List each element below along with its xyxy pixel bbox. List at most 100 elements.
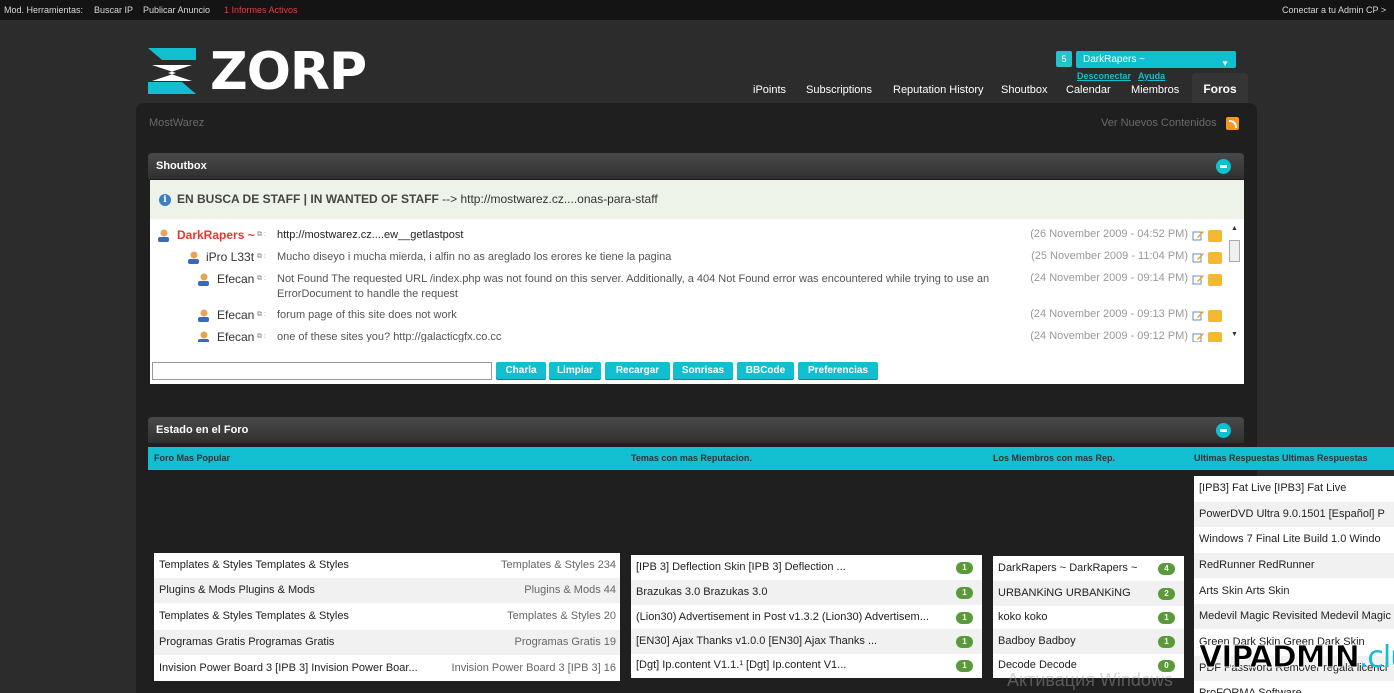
post-announcement-link[interactable]: Publicar Anuncio — [143, 0, 210, 20]
nav-members[interactable]: Miembros — [1131, 84, 1179, 96]
collapse-icon[interactable] — [1216, 159, 1231, 174]
list-item[interactable]: Plugins & Mods Plugins & Mods Plugins & M… — [154, 578, 620, 603]
reputation-badge: 2 — [1158, 588, 1175, 600]
announcement-link[interactable]: --> http://mostwarez.cz....onas-para-sta… — [439, 192, 658, 206]
external-link-icon[interactable]: ⧉ : — [257, 275, 266, 283]
shout-username[interactable]: iPro L33t — [206, 250, 254, 264]
external-link-icon[interactable]: ⧉ : — [257, 253, 266, 261]
nav-shoutbox[interactable]: Shoutbox — [1001, 84, 1047, 96]
notification-count-badge[interactable]: 5 — [1056, 51, 1072, 67]
vipadmin-watermark: VIPADMIN.club — [1199, 640, 1394, 676]
forum-stats-title: Estado en el Foro — [156, 424, 249, 436]
logout-link[interactable]: Desconectar — [1077, 71, 1131, 81]
help-link[interactable]: Ayuda — [1138, 71, 1165, 81]
list-item[interactable]: RedRunner RedRunner — [1194, 553, 1394, 578]
preferences-button[interactable]: Preferencias — [798, 362, 878, 380]
shout-text: http://mostwarez.cz....ew__getlastpost — [277, 229, 464, 241]
shout-text: Mucho diseyo i mucha mierda, i alfin no … — [277, 251, 672, 263]
shout-date: (26 November 2009 - 04:52 PM) — [1030, 228, 1188, 240]
list-item[interactable]: Templates & Styles Templates & Styles Tem… — [154, 553, 620, 578]
user-avatar-icon — [158, 229, 169, 242]
list-item[interactable]: DarkRapers ~ DarkRapers ~4 — [993, 556, 1184, 581]
breadcrumb[interactable]: MostWarez — [149, 117, 204, 129]
new-content-link[interactable]: Ver Nuevos Contenidos — [1101, 117, 1217, 129]
list-item[interactable]: Invision Power Board 3 [IPB 3] Invision … — [154, 656, 620, 681]
list-item[interactable]: [Dgt] Ip.content V1.1.¹ [Dgt] Ip.content… — [631, 653, 982, 678]
forum-stats-header: Estado en el Foro — [148, 417, 1244, 443]
list-item[interactable]: Badboy Badboy 1 — [993, 629, 1184, 654]
quote-icon[interactable] — [1208, 252, 1222, 264]
shout-username[interactable]: Efecan — [217, 330, 254, 342]
edit-icon[interactable] — [1192, 273, 1204, 285]
shoutbox-messages[interactable]: DarkRapers ~ ⧉ : http://mostwarez.cz....… — [150, 219, 1228, 342]
chevron-down-icon: ▼ — [1221, 59, 1229, 68]
edit-icon[interactable] — [1192, 229, 1204, 241]
clear-button[interactable]: Limpiar — [549, 362, 601, 380]
reputation-badge: 1 — [956, 612, 973, 624]
nav-reputation-history[interactable]: Reputation History — [893, 84, 984, 96]
scroll-down-icon[interactable]: ▼ — [1231, 331, 1238, 338]
rss-icon[interactable] — [1226, 117, 1239, 130]
shoutbox-title: Shoutbox — [156, 160, 207, 172]
quote-icon[interactable] — [1208, 332, 1222, 342]
smilies-button[interactable]: Sonrisas — [673, 362, 733, 380]
shoutbox-scrollbar[interactable]: ▲ ▼ — [1229, 225, 1241, 343]
column-top-members: Los Miembros con mas Rep. — [993, 453, 1116, 463]
nav-subscriptions[interactable]: Subscriptions — [806, 84, 872, 96]
user-avatar-icon — [198, 309, 209, 322]
list-item[interactable]: Arts Skin Arts Skin — [1194, 579, 1394, 604]
shout-username[interactable]: Efecan — [217, 308, 254, 322]
external-link-icon[interactable]: ⧉ : — [257, 311, 266, 319]
list-item[interactable]: koko koko 1 — [993, 605, 1184, 630]
list-item[interactable]: [IPB 3] Deflection Skin [IPB 3] Deflecti… — [631, 555, 982, 580]
top-members-list: DarkRapers ~ DarkRapers ~4 URBANKiNG URB… — [993, 556, 1184, 678]
list-item[interactable]: PowerDVD Ultra 9.0.1501 [Español] P — [1194, 502, 1394, 527]
list-item[interactable]: URBANKiNG URBANKiNG 2 — [993, 581, 1184, 606]
admin-cp-link[interactable]: Conectar a tu Admin CP > — [1282, 0, 1386, 20]
quote-icon[interactable] — [1208, 274, 1222, 286]
reload-button[interactable]: Recargar — [605, 362, 670, 380]
reputation-badge: 1 — [956, 660, 973, 672]
nav-calendar[interactable]: Calendar — [1066, 84, 1111, 96]
edit-icon[interactable] — [1192, 331, 1204, 342]
bbcode-button[interactable]: BBCode — [737, 362, 794, 380]
edit-icon[interactable] — [1192, 309, 1204, 321]
nav-forums-active-tab[interactable]: Foros — [1192, 73, 1248, 104]
list-item[interactable]: (Lion30) Advertisement in Post v1.3.2 (L… — [631, 605, 982, 630]
shout-username[interactable]: DarkRapers ~ — [177, 228, 255, 242]
user-menu-dropdown[interactable]: DarkRapers ~ ▼ — [1076, 51, 1236, 68]
list-item[interactable]: ProFORMA Software — [1194, 681, 1394, 693]
collapse-icon[interactable] — [1216, 423, 1231, 438]
list-item[interactable]: Templates & Styles Templates & Styles Tem… — [154, 604, 620, 629]
edit-icon[interactable] — [1192, 251, 1204, 263]
search-ip-link[interactable]: Buscar IP — [94, 0, 133, 20]
shout-date: (24 November 2009 - 09:13 PM) — [1030, 308, 1188, 320]
active-reports-link[interactable]: 1 Informes Activos — [224, 0, 298, 20]
windows-activation-watermark: Активация Windows — [1007, 670, 1173, 690]
shout-date: (24 November 2009 - 09:14 PM) — [1030, 272, 1188, 284]
list-item[interactable]: Windows 7 Final Lite Build 1.0 Windo — [1194, 527, 1394, 552]
list-item[interactable]: Brazukas 3.0 Brazukas 3.0 1 — [631, 580, 982, 605]
quote-icon[interactable] — [1208, 230, 1222, 242]
column-latest-replies: Ultimas Respuestas Ultimas Respuestas — [1194, 453, 1368, 463]
list-item[interactable]: [EN30] Ajax Thanks v1.0.0 [EN30] Ajax Th… — [631, 629, 982, 654]
external-link-icon[interactable]: ⧉ : — [257, 333, 266, 341]
shout-username[interactable]: Efecan — [217, 272, 254, 286]
scrollbar-thumb[interactable] — [1229, 240, 1240, 262]
scroll-up-icon[interactable]: ▲ — [1231, 225, 1238, 232]
external-link-icon[interactable]: ⧉ : — [257, 231, 266, 239]
reputation-badge: 1 — [956, 636, 973, 648]
list-item[interactable]: Programas Gratis Programas Gratis Program… — [154, 630, 620, 655]
list-item[interactable]: Medevil Magic Revisited Medevil Magic — [1194, 604, 1394, 629]
popular-forums-list: Templates & Styles Templates & Styles Tem… — [154, 553, 620, 681]
shoutbox-header: Shoutbox — [148, 153, 1244, 179]
announcement-title: EN BUSCA DE STAFF | IN WANTED OF STAFF — [177, 192, 439, 206]
reputation-badge: 1 — [1158, 612, 1175, 624]
nav-ipoints[interactable]: iPoints — [753, 84, 786, 96]
chat-button[interactable]: Charla — [496, 362, 546, 380]
list-item[interactable]: [IPB3] Fat Live [IPB3] Fat Live — [1194, 476, 1394, 501]
shout-input[interactable] — [152, 362, 492, 380]
stats-column-headers: Foro Mas Popular Temas con mas Reputacio… — [148, 447, 1394, 470]
column-top-topics: Temas con mas Reputacion. — [631, 453, 752, 463]
quote-icon[interactable] — [1208, 310, 1222, 322]
